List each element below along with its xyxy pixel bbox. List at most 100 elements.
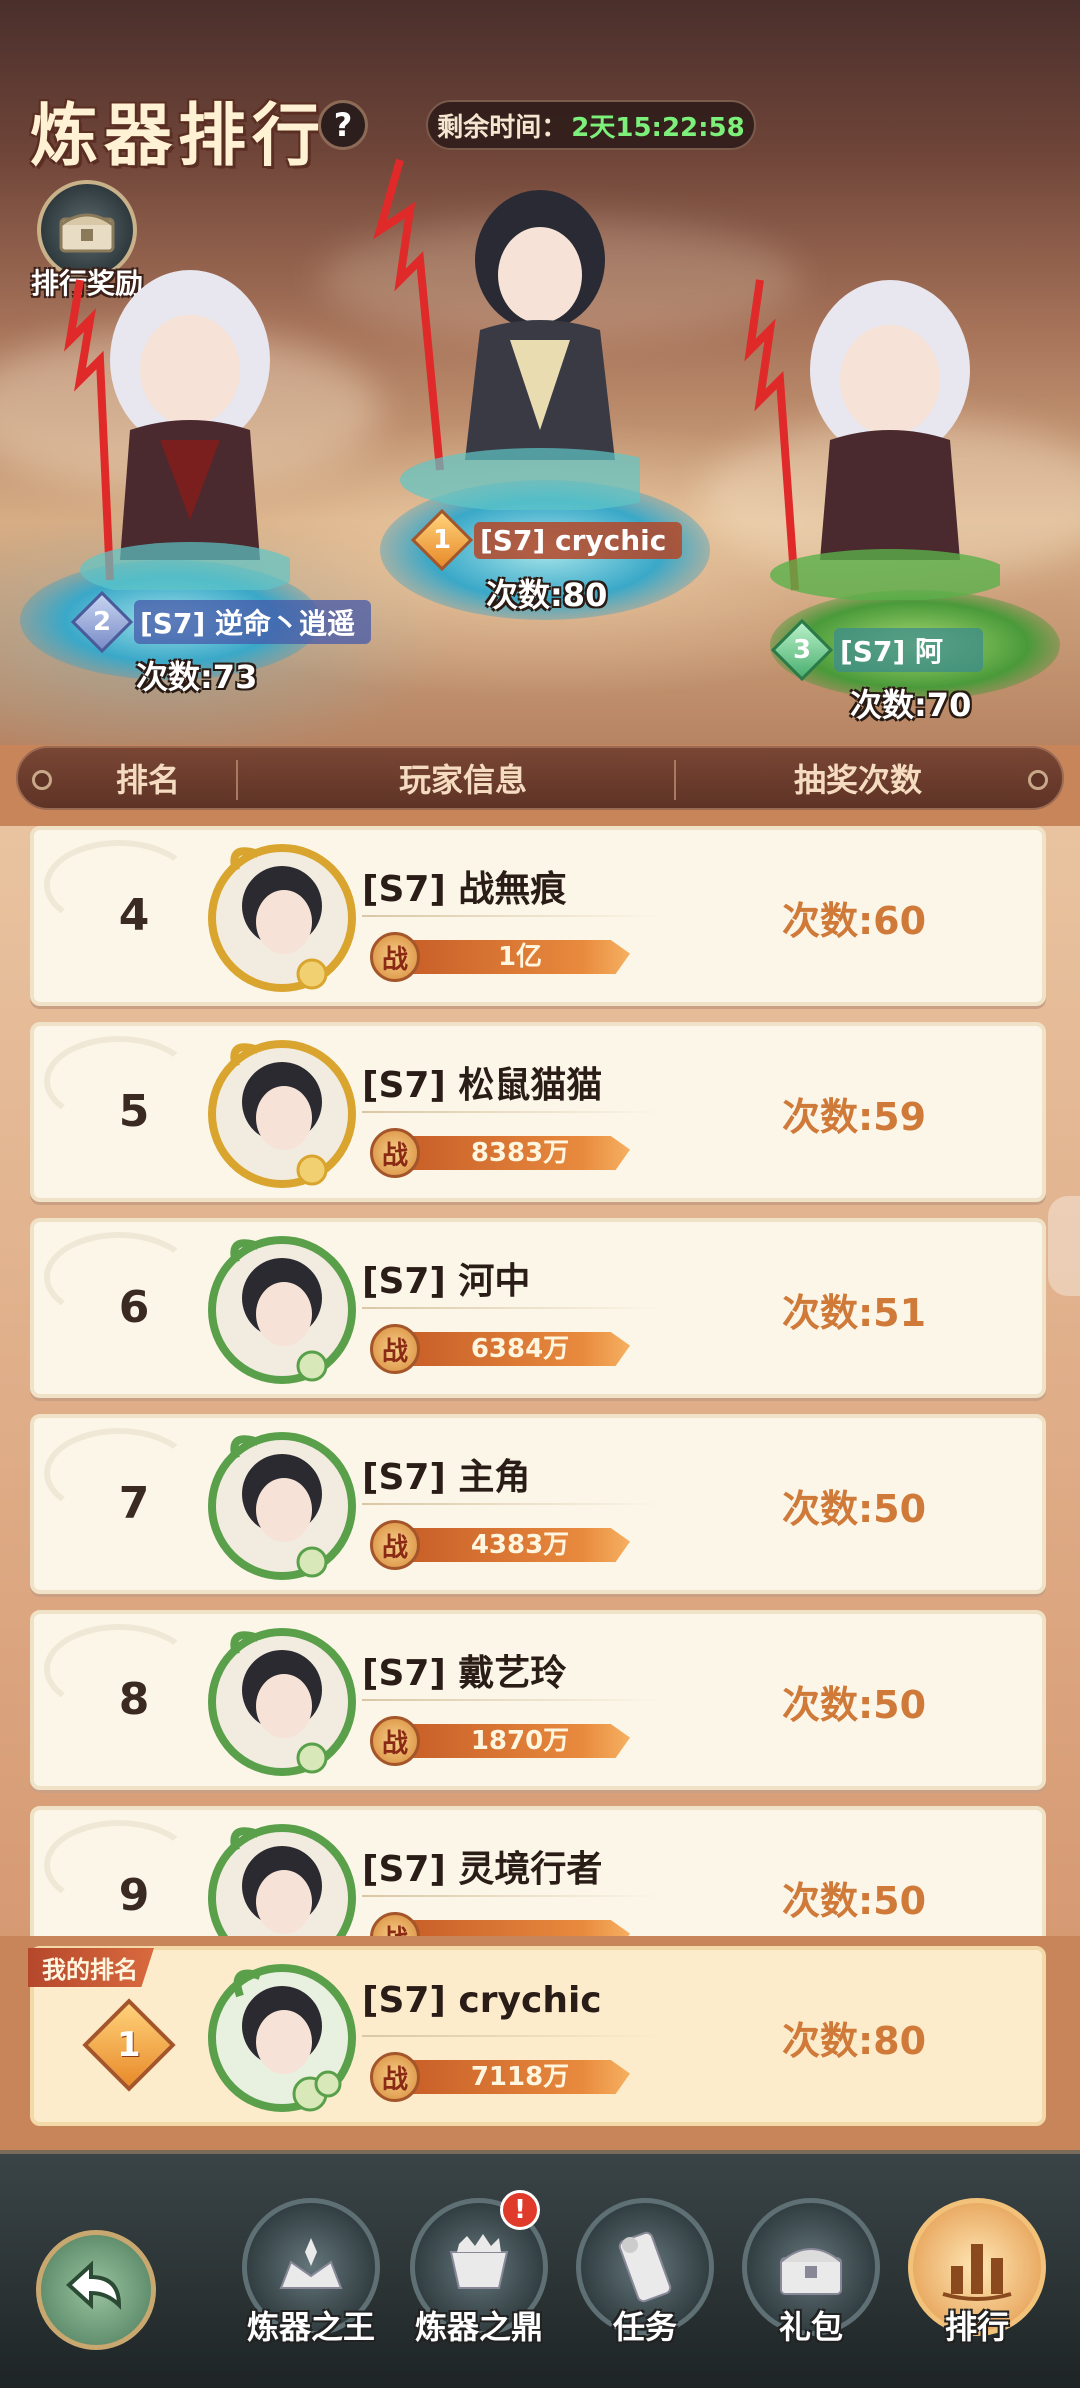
combat-power-value: 8383万 bbox=[470, 1138, 570, 1168]
name-underline bbox=[362, 1111, 662, 1113]
draw-count: 次数:50 bbox=[781, 1879, 927, 1923]
nav-forge-king[interactable]: 炼器之王 bbox=[236, 2198, 386, 2348]
draw-count: 次数:60 bbox=[781, 899, 927, 943]
player-avatar bbox=[208, 844, 356, 992]
nav-forge-cauldron-label: 炼器之鼎 bbox=[414, 2308, 543, 2346]
my-rank-badge: 1 bbox=[82, 1998, 176, 2092]
podium-rank-1-count: 次数:80 bbox=[486, 576, 608, 614]
combat-power: 战 4383万 bbox=[370, 1520, 630, 1570]
combat-power-bar bbox=[390, 1920, 630, 1936]
combat-power-value: 1亿 bbox=[497, 942, 543, 972]
combat-power-value: 4383万 bbox=[470, 1530, 570, 1560]
ranking-table-header: 排名 玩家信息 抽奖次数 bbox=[16, 746, 1064, 810]
podium-rank-1-name: [S7] crychic bbox=[474, 521, 683, 559]
my-rank-tag: 我的排名 bbox=[28, 1948, 154, 1987]
character-rank-1[interactable] bbox=[340, 130, 640, 510]
table-row[interactable]: 9 [S7] 灵境行者 战 次数:50 bbox=[30, 1806, 1046, 1936]
podium-rank-2-name: [S7] 逆命丶逍遥 bbox=[134, 600, 371, 644]
podium-rank-2-tag: 2 [S7] 逆命丶逍遥 bbox=[70, 590, 371, 654]
back-button[interactable] bbox=[36, 2230, 156, 2350]
rank-number: 9 bbox=[118, 1870, 150, 1921]
combat-power-icon: 战 bbox=[370, 1324, 420, 1374]
combat-power: 战 8383万 bbox=[370, 1128, 630, 1178]
name-underline bbox=[362, 915, 662, 917]
table-row[interactable]: 6 [S7] 河中 战 6384万 次数:51 bbox=[30, 1218, 1046, 1398]
draw-count: 次数:50 bbox=[781, 1487, 927, 1531]
bottom-nav: 炼器之王 ! 炼器之鼎 任务 礼包 排行 bbox=[0, 2150, 1080, 2388]
player-name: [S7] 松鼠猫猫 bbox=[362, 1065, 603, 1106]
side-drawer-handle[interactable] bbox=[1048, 1196, 1080, 1296]
table-row[interactable]: 4 [S7] 战無痕 战 1亿 次数:60 bbox=[30, 826, 1046, 1006]
header-divider bbox=[674, 760, 676, 800]
table-row[interactable]: 5 [S7] 松鼠猫猫 战 8383万 次数:59 bbox=[30, 1022, 1046, 1202]
combat-power-icon: 战 bbox=[370, 932, 420, 982]
player-name: [S7] 战無痕 bbox=[362, 869, 567, 910]
table-row[interactable]: 8 [S7] 戴艺玲 战 1870万 次数:50 bbox=[30, 1610, 1046, 1790]
table-row[interactable]: 7 [S7] 主角 战 4383万 次数:50 bbox=[30, 1414, 1046, 1594]
player-avatar bbox=[208, 1432, 356, 1580]
name-underline bbox=[362, 2035, 662, 2037]
podium-rank-3-tag: 3 [S7] 阿 bbox=[770, 618, 983, 682]
combat-power-icon: 战 bbox=[370, 1912, 420, 1936]
character-rank-2[interactable] bbox=[60, 260, 290, 590]
player-name: [S7] 戴艺玲 bbox=[362, 1653, 567, 1694]
combat-power: 战 1870万 bbox=[370, 1716, 630, 1766]
podium-rank-3-name: [S7] 阿 bbox=[834, 628, 983, 672]
nav-gift-pack-label: 礼包 bbox=[778, 2308, 843, 2346]
combat-power: 战 6384万 bbox=[370, 1324, 630, 1374]
player-name: [S7] 河中 bbox=[362, 1261, 531, 1302]
combat-power-icon: 战 bbox=[370, 1520, 420, 1570]
nav-tasks-label: 任务 bbox=[612, 2308, 677, 2346]
combat-power: 战 7118万 bbox=[370, 2052, 630, 2102]
rank-number: 4 bbox=[118, 890, 150, 941]
podium-rank-2-count: 次数:73 bbox=[136, 658, 258, 696]
nav-tasks[interactable]: 任务 bbox=[570, 2198, 720, 2348]
player-avatar bbox=[208, 1964, 356, 2112]
name-underline bbox=[362, 1307, 662, 1309]
nav-ranking[interactable]: 排行 bbox=[902, 2198, 1052, 2348]
draw-count: 次数:59 bbox=[781, 1095, 927, 1139]
name-underline bbox=[362, 1699, 662, 1701]
header-right-dot bbox=[1028, 770, 1048, 790]
nav-forge-king-label: 炼器之王 bbox=[246, 2308, 375, 2346]
podium-banner: 炼器排行 ? 剩余时间： 2天15:22:58 排行奖励 2 [S7] 逆命丶逍… bbox=[0, 0, 1080, 745]
header-player-info: 玩家信息 bbox=[398, 761, 527, 799]
combat-power-value: 6384万 bbox=[470, 1334, 570, 1364]
header-rank: 排名 bbox=[115, 761, 180, 799]
combat-power-icon: 战 bbox=[370, 1128, 420, 1178]
nav-ranking-label: 排行 bbox=[944, 2308, 1009, 2346]
character-rank-3[interactable] bbox=[700, 260, 1000, 600]
page-title: 炼器排行 bbox=[30, 96, 327, 176]
back-arrow-icon bbox=[66, 2260, 122, 2310]
my-player-name: [S7] crychic bbox=[362, 1980, 602, 2021]
nav-forge-cauldron[interactable]: ! 炼器之鼎 bbox=[404, 2190, 554, 2348]
name-underline bbox=[362, 1503, 662, 1505]
rank-number: 5 bbox=[118, 1086, 150, 1137]
rank-number: 8 bbox=[118, 1674, 150, 1725]
ranking-list[interactable]: 4 [S7] 战無痕 战 1亿 次数:60 5 [S7] 松鼠猫猫 战 8383… bbox=[0, 826, 1080, 1936]
player-name: [S7] 主角 bbox=[362, 1457, 531, 1498]
header-left-dot bbox=[32, 770, 52, 790]
player-avatar bbox=[208, 1040, 356, 1188]
header-draw-count: 抽奖次数 bbox=[793, 761, 922, 799]
draw-count: 次数:51 bbox=[781, 1291, 927, 1335]
player-avatar bbox=[208, 1236, 356, 1384]
my-rank-row[interactable]: 我的排名 1 [S7] crychic 战 7118万 次数:80 bbox=[28, 1946, 1046, 2126]
rank-number: 6 bbox=[118, 1282, 150, 1333]
rank-3-badge: 3 bbox=[770, 618, 834, 682]
rank-2-badge: 2 bbox=[70, 590, 134, 654]
podium-rank-3-count: 次数:70 bbox=[850, 686, 972, 724]
combat-power-value: 7118万 bbox=[470, 2062, 570, 2092]
nav-gift-pack[interactable]: 礼包 bbox=[736, 2198, 886, 2348]
player-name: [S7] 灵境行者 bbox=[362, 1849, 603, 1890]
combat-power: 战 bbox=[370, 1912, 630, 1936]
my-draw-count: 次数:80 bbox=[781, 2019, 927, 2063]
combat-power-icon: 战 bbox=[370, 2052, 420, 2102]
combat-power-icon: 战 bbox=[370, 1716, 420, 1766]
player-avatar bbox=[208, 1628, 356, 1776]
rank-number: 7 bbox=[118, 1478, 150, 1529]
combat-power: 战 1亿 bbox=[370, 932, 630, 982]
rank-1-badge: 1 bbox=[410, 508, 474, 572]
name-underline bbox=[362, 1895, 662, 1897]
notification-badge: ! bbox=[500, 2190, 540, 2230]
